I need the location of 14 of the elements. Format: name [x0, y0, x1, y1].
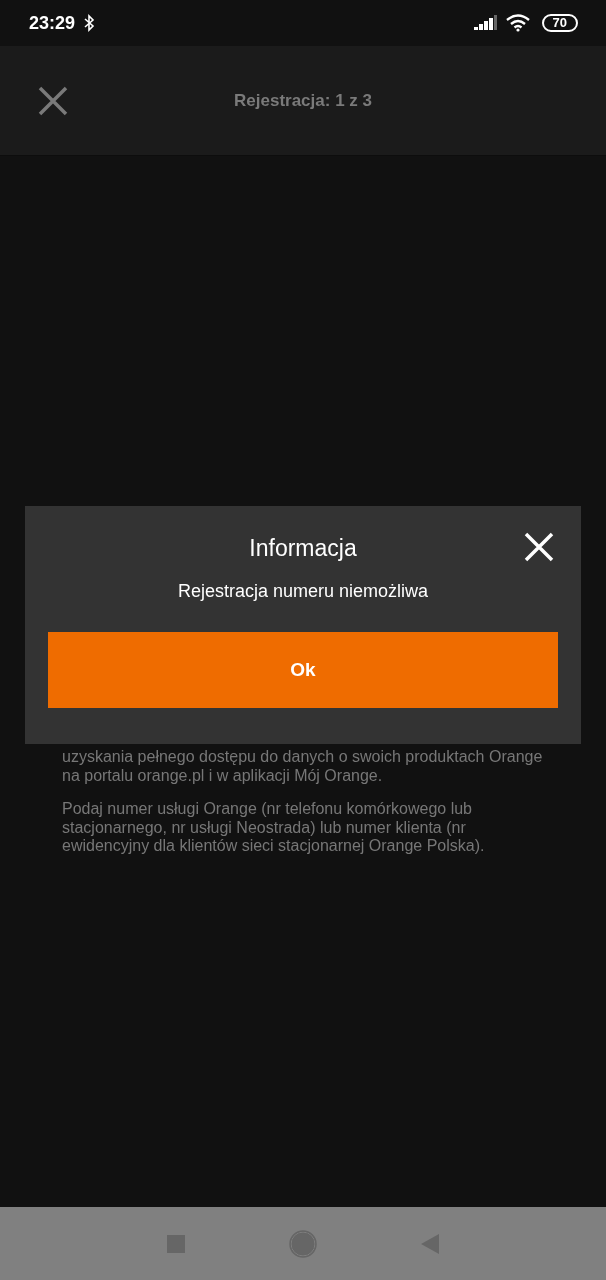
recents-icon[interactable] [167, 1234, 185, 1253]
home-icon[interactable] [289, 1229, 317, 1258]
info-paragraph: Podaj numer usługi Orange (nr telefonu komórkowego lub stacjonarnego, nr usługi Neostrada) lub numer klienta (nr ewidencyjny dla klientów sieci stacjonarnej Orange Polska). [62, 800, 486, 856]
back-icon[interactable] [421, 1233, 439, 1254]
wifi-icon [505, 14, 530, 32]
bluetooth-icon [83, 14, 96, 32]
header-title: Rejestracja: 1 z 3 [234, 90, 372, 111]
ok-button[interactable]: Ok [48, 632, 558, 708]
dialog-message: Rejestracja numeru niemożliwa [177, 581, 429, 602]
info-paragraph: uzyskania pełnego dostępu do danych o swoich produktach Orange na portalu orange.pl i w aplikacji Mój Orange. [62, 748, 544, 785]
signal-icon [473, 15, 498, 31]
battery-indicator: 70 [541, 14, 578, 32]
clock: 23:29 [29, 12, 76, 34]
dialog-title: Informacja [249, 534, 357, 562]
